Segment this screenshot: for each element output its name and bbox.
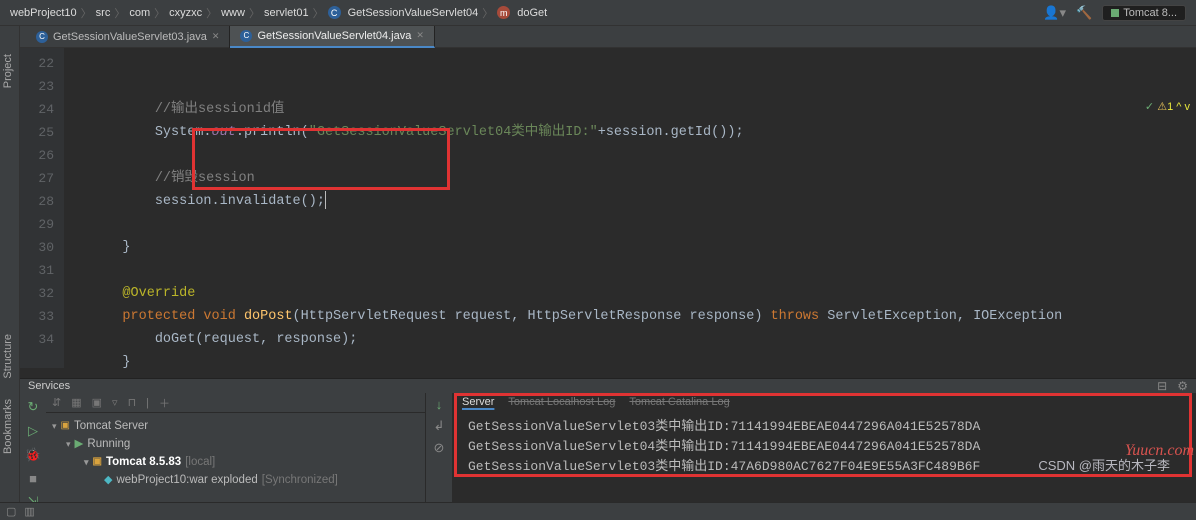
filter-icon[interactable]: ▦	[71, 396, 81, 409]
user-icon[interactable]: 👤▾	[1043, 5, 1066, 21]
tomcat-node[interactable]: ▾ ▣ Tomcat 8.5.83 [local]	[52, 453, 419, 471]
close-icon[interactable]: ✕	[212, 31, 220, 42]
bc-cxyzxc[interactable]: cxyzxc	[169, 7, 202, 19]
editor[interactable]: 22 23 24 25 26 27 28 29 30 31 32 33 34 /…	[20, 48, 1196, 368]
run-config-selector[interactable]: Tomcat 8...	[1102, 5, 1186, 21]
services-title: Services	[28, 380, 70, 392]
bc-src[interactable]: src	[96, 7, 111, 19]
tree-icon[interactable]: ⊓	[128, 396, 137, 409]
rerun-button[interactable]: ↻	[28, 399, 39, 415]
add-icon[interactable]: ＋	[159, 395, 170, 411]
project-tool-tab[interactable]: Project	[0, 46, 16, 96]
toolbar-right: 👤▾ 🔨 Tomcat 8...	[1043, 5, 1186, 21]
debug-button[interactable]: 🐞	[25, 447, 41, 463]
inspection-widget[interactable]: ✓ ⚠1 ^ v	[1145, 100, 1190, 113]
bc-class[interactable]: GetSessionValueServlet04	[348, 7, 479, 19]
tab-label: GetSessionValueServlet04.java	[257, 30, 411, 42]
hide-icon[interactable]: ⊟	[1157, 379, 1167, 393]
bc-com[interactable]: com	[129, 7, 150, 19]
tab-label: GetSessionValueServlet03.java	[53, 31, 207, 43]
run-button[interactable]: ▷	[28, 423, 38, 439]
highlight-box-code	[192, 128, 450, 190]
stop-button[interactable]: ■	[29, 471, 37, 486]
file-tab-servlet04[interactable]: C GetSessionValueServlet04.java ✕	[230, 26, 434, 48]
sort-icon[interactable]: ▿	[112, 396, 118, 409]
editor-tabs: C GetSessionValueServlet03.java ✕ C GetS…	[0, 26, 1196, 48]
status-bar: ▢ ▥	[0, 502, 1196, 520]
method-icon: m	[497, 6, 510, 19]
code-area[interactable]: //输出sessionid值 System.out.println("GetSe…	[64, 48, 1196, 368]
structure-tool-tab[interactable]: Structure	[0, 326, 16, 387]
artifact-node[interactable]: ◆ webProject10:war exploded [Synchronize…	[52, 471, 419, 489]
bc-project[interactable]: webProject10	[10, 7, 77, 19]
text-caret	[325, 191, 326, 209]
group-icon[interactable]: ▣	[92, 396, 102, 409]
bc-www[interactable]: www	[221, 7, 245, 19]
navigation-bar: webProject10〉 src〉 com〉 cxyzxc〉 www〉 ser…	[0, 0, 1196, 26]
bookmarks-tool-tab[interactable]: Bookmarks	[0, 391, 16, 462]
java-class-icon: C	[240, 30, 252, 42]
gear-icon[interactable]: ⚙	[1177, 379, 1188, 393]
breadcrumb[interactable]: webProject10〉 src〉 com〉 cxyzxc〉 www〉 ser…	[10, 5, 547, 21]
java-class-icon: C	[36, 31, 48, 43]
expand-all-icon[interactable]: ⇵	[52, 396, 61, 409]
close-icon[interactable]: ✕	[416, 30, 424, 41]
bc-method[interactable]: doGet	[517, 7, 547, 19]
sidebar-toggle-icon[interactable]: ▥	[24, 505, 34, 518]
soft-wrap-icon[interactable]: ↲	[434, 418, 445, 434]
run-config-label: Tomcat 8...	[1123, 7, 1177, 19]
file-tab-servlet03[interactable]: C GetSessionValueServlet03.java ✕	[26, 26, 230, 48]
scroll-down-icon[interactable]: ↓	[436, 397, 443, 412]
class-icon: C	[328, 6, 341, 19]
left-tool-stripe: Project Structure Bookmarks	[0, 26, 20, 520]
watermark-csdn: CSDN @雨天的木子李	[1038, 455, 1170, 474]
services-actions: ↻ ▷ 🐞 ■ ⇲	[20, 393, 46, 510]
tomcat-status-icon	[1111, 9, 1119, 17]
build-icon[interactable]: 🔨	[1076, 5, 1092, 21]
bc-servlet01[interactable]: servlet01	[264, 7, 309, 19]
services-tree[interactable]: ▾ ▣ Tomcat Server ▾ ▶ Running ▾ ▣ Tomcat…	[46, 413, 425, 493]
services-toolbar: ⇵ ▦ ▣ ▿ ⊓ | ＋	[46, 393, 425, 413]
tool-window-quick-access-icon[interactable]: ▢	[6, 505, 16, 518]
console-actions: ↓ ↲ ⊘	[426, 393, 452, 510]
services-tool-window: Services ⊟ ⚙ ↻ ▷ 🐞 ■ ⇲ ⇵ ▦ ▣ ▿ ⊓ | ＋ ▾ ▣	[20, 378, 1196, 502]
gutter: 22 23 24 25 26 27 28 29 30 31 32 33 34	[20, 48, 64, 368]
clear-icon[interactable]: ⊘	[434, 440, 445, 456]
